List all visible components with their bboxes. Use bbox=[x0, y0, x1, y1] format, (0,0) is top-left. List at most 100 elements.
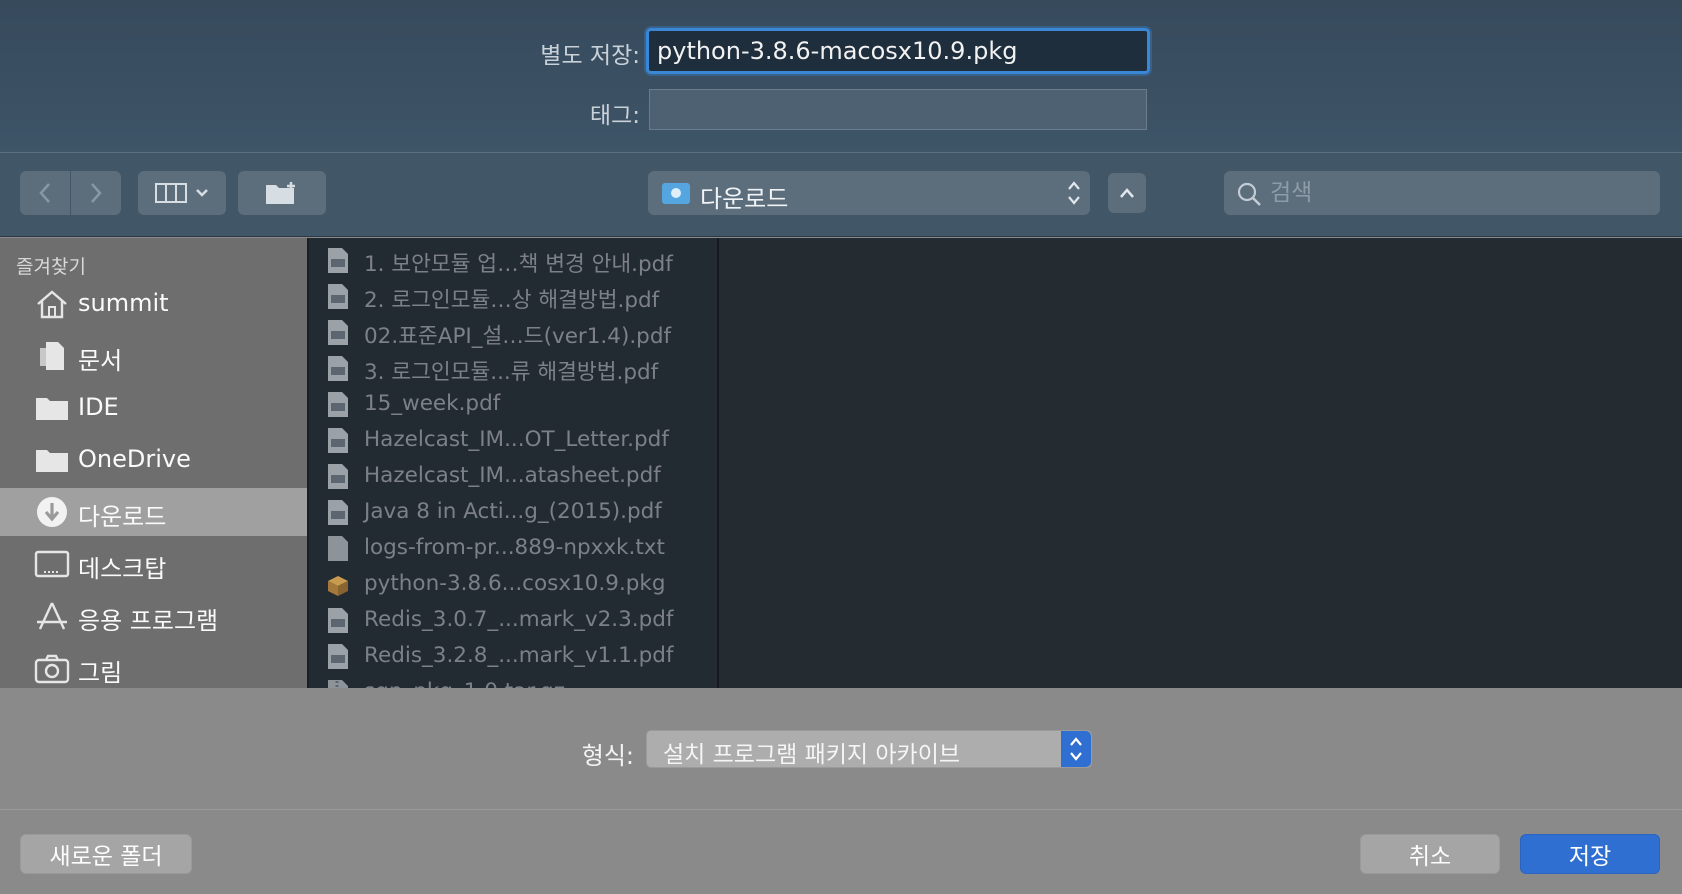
pdf-file-icon bbox=[328, 428, 348, 453]
pdf-file-icon bbox=[328, 392, 348, 417]
file-name: Hazelcast_IM...OT_Letter.pdf bbox=[364, 427, 669, 452]
file-row[interactable]: python-3.8.6...cosx10.9.pkg bbox=[309, 566, 717, 602]
pdf-file-icon bbox=[328, 608, 348, 633]
sidebar-item-ide[interactable]: IDE bbox=[0, 384, 307, 432]
camera-icon bbox=[34, 654, 70, 684]
file-row[interactable]: 15_week.pdf bbox=[309, 386, 717, 422]
file-row[interactable]: logs-from-pr...889-npxxk.txt bbox=[309, 530, 717, 566]
new-folder-toolbar-button[interactable] bbox=[238, 171, 326, 215]
file-row[interactable]: 2. 로그인모듈…상 해결방법.pdf bbox=[309, 278, 717, 314]
pdf-file-icon bbox=[328, 464, 348, 489]
new-folder-button[interactable]: 새로운 폴더 bbox=[20, 834, 192, 874]
file-name: Java 8 in Acti...g_(2015).pdf bbox=[364, 499, 662, 524]
sidebar-item-desktop[interactable]: 데스크탑 bbox=[0, 540, 307, 588]
expand-collapse-button[interactable] bbox=[1108, 173, 1146, 213]
location-popup[interactable]: 다운로드 bbox=[648, 171, 1090, 215]
downloads-folder-icon bbox=[662, 183, 690, 204]
format-value: 설치 프로그램 패키지 아카이브 bbox=[663, 742, 961, 768]
file-name: 1. 보안모듈 업…책 변경 안내.pdf bbox=[364, 252, 673, 277]
file-name: Redis_3.0.7_...mark_v2.3.pdf bbox=[364, 607, 674, 632]
file-name: python-3.8.6...cosx10.9.pkg bbox=[364, 571, 666, 596]
pdf-file-icon bbox=[328, 320, 348, 345]
chevron-up-icon bbox=[1120, 188, 1134, 198]
file-name: sqn_pkg_1.0.tar.gz bbox=[364, 679, 565, 688]
archive-file-icon bbox=[328, 680, 348, 688]
sidebar-item-label: summit bbox=[78, 289, 169, 317]
chevron-right-icon bbox=[91, 183, 102, 203]
home-icon bbox=[37, 290, 67, 319]
file-name: Redis_3.2.8_...mark_v1.1.pdf bbox=[364, 643, 674, 668]
search-icon bbox=[1237, 182, 1261, 206]
new-folder-icon bbox=[266, 182, 295, 204]
save-as-label: 별도 저장: bbox=[540, 43, 640, 69]
file-row[interactable]: 3. 로그인모듈...류 해결방법.pdf bbox=[309, 350, 717, 386]
file-name: Hazelcast_IM...atasheet.pdf bbox=[364, 463, 661, 488]
sidebar-heading-favorites: 즐겨찾기 bbox=[16, 256, 86, 278]
pdf-file-icon bbox=[328, 248, 348, 273]
file-list[interactable]: 1. 보안모듈 업…책 변경 안내.pdf 2. 로그인모듈…상 해결방법.pd… bbox=[307, 238, 719, 688]
forward-button[interactable] bbox=[71, 171, 121, 215]
document-icon bbox=[40, 342, 64, 370]
sidebar-item-applications[interactable]: 응용 프로그램 bbox=[0, 592, 307, 640]
sidebar-item-downloads[interactable]: 다운로드 bbox=[0, 488, 307, 536]
view-mode-button[interactable] bbox=[138, 171, 226, 215]
sidebar-item-label: 응용 프로그램 bbox=[78, 607, 219, 635]
format-popup[interactable]: 설치 프로그램 패키지 아카이브 bbox=[646, 730, 1092, 768]
sidebar: 즐겨찾기 summit 문서 IDE OneDrive 다운로드 데스크탑 응용… bbox=[0, 238, 307, 688]
text-file-icon bbox=[328, 536, 348, 561]
toolbar: 다운로드 bbox=[0, 153, 1682, 237]
applications-icon bbox=[37, 602, 67, 630]
desktop-icon bbox=[34, 550, 70, 578]
file-name: 15_week.pdf bbox=[364, 391, 501, 416]
columns-view-icon bbox=[155, 183, 187, 203]
file-name: 2. 로그인모듈…상 해결방법.pdf bbox=[364, 288, 660, 313]
sidebar-item-pictures[interactable]: 그림 bbox=[0, 644, 307, 688]
updown-arrows-icon bbox=[1070, 737, 1082, 761]
file-row[interactable]: Java 8 in Acti...g_(2015).pdf bbox=[309, 494, 717, 530]
format-bar: 형식: 설치 프로그램 패키지 아카이브 bbox=[0, 688, 1682, 810]
file-row[interactable]: Redis_3.0.7_...mark_v2.3.pdf bbox=[309, 602, 717, 638]
folder-icon bbox=[36, 450, 68, 472]
pdf-file-icon bbox=[328, 284, 348, 309]
file-name: 3. 로그인모듈...류 해결방법.pdf bbox=[364, 360, 659, 385]
file-row[interactable]: Redis_3.2.8_...mark_v1.1.pdf bbox=[309, 638, 717, 674]
sidebar-item-summit[interactable]: summit bbox=[0, 280, 307, 328]
file-row[interactable]: Hazelcast_IM...atasheet.pdf bbox=[309, 458, 717, 494]
sidebar-item-label: IDE bbox=[78, 393, 119, 421]
file-name: 02.표준API_설…드(ver1.4).pdf bbox=[364, 324, 672, 349]
search-input[interactable] bbox=[1270, 171, 1650, 215]
location-label: 다운로드 bbox=[700, 185, 789, 213]
chevron-left-icon bbox=[39, 183, 50, 203]
pdf-file-icon bbox=[328, 500, 348, 525]
format-label: 형식: bbox=[581, 742, 634, 770]
sidebar-item-label: 데스크탑 bbox=[78, 555, 167, 583]
file-name: logs-from-pr...889-npxxk.txt bbox=[364, 535, 665, 560]
downloads-icon bbox=[37, 497, 67, 527]
pdf-file-icon bbox=[328, 356, 348, 381]
file-row[interactable]: 02.표준API_설…드(ver1.4).pdf bbox=[309, 314, 717, 350]
chevron-down-icon bbox=[196, 189, 208, 197]
preview-pane bbox=[719, 238, 1682, 688]
button-bar: 새로운 폴더 취소 저장 bbox=[0, 811, 1682, 894]
file-row[interactable]: Hazelcast_IM...OT_Letter.pdf bbox=[309, 422, 717, 458]
sidebar-item-label: 다운로드 bbox=[78, 503, 167, 531]
updown-arrows-icon bbox=[1068, 181, 1080, 205]
tags-label: 태그: bbox=[589, 103, 640, 129]
filename-field[interactable] bbox=[646, 28, 1150, 74]
search-field[interactable] bbox=[1224, 171, 1660, 215]
filename-input[interactable] bbox=[649, 31, 1147, 71]
save-button[interactable]: 저장 bbox=[1520, 834, 1660, 874]
tags-field[interactable] bbox=[649, 89, 1147, 130]
sidebar-item-onedrive[interactable]: OneDrive bbox=[0, 436, 307, 484]
back-button[interactable] bbox=[20, 171, 70, 215]
pdf-file-icon bbox=[328, 644, 348, 669]
file-row[interactable]: 1. 보안모듈 업…책 변경 안내.pdf bbox=[309, 242, 717, 278]
sidebar-item-label: 문서 bbox=[78, 347, 123, 375]
sidebar-item-label: 그림 bbox=[78, 659, 123, 687]
package-icon bbox=[328, 576, 348, 596]
save-dialog-header: 별도 저장: 태그: bbox=[0, 0, 1682, 153]
file-row[interactable]: sqn_pkg_1.0.tar.gz bbox=[309, 674, 717, 688]
sidebar-item-documents[interactable]: 문서 bbox=[0, 332, 307, 380]
folder-icon bbox=[36, 398, 68, 420]
cancel-button[interactable]: 취소 bbox=[1360, 834, 1500, 874]
